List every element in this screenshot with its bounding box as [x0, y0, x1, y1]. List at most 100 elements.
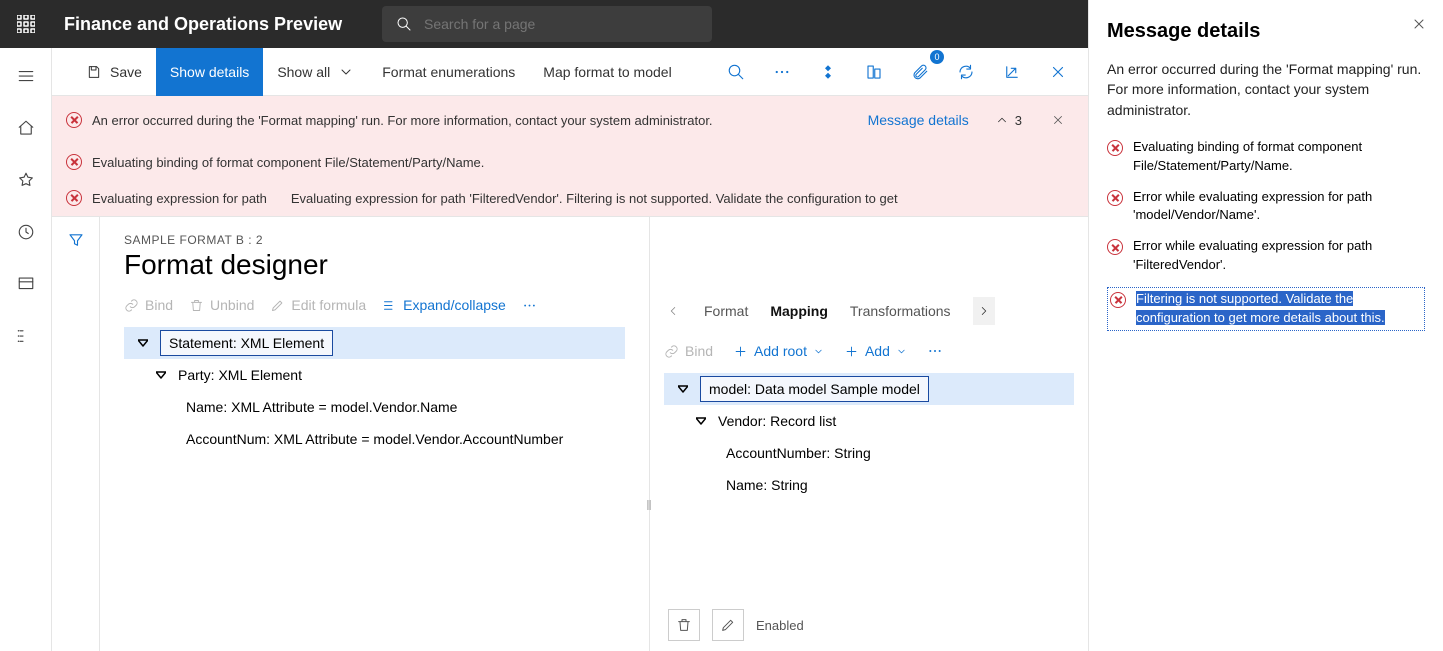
show-all-button[interactable]: Show all: [263, 48, 368, 96]
add-button[interactable]: Add: [844, 343, 907, 359]
message-close-button[interactable]: [1042, 104, 1074, 136]
close-icon: [1411, 16, 1427, 32]
bind-button[interactable]: Bind: [664, 343, 713, 359]
tree-node-name[interactable]: Name: String: [664, 469, 1074, 501]
tree-label: Statement: XML Element: [160, 330, 333, 356]
popout-icon: [1003, 63, 1021, 81]
search-form-button[interactable]: [720, 56, 752, 88]
edit-formula-button[interactable]: Edit formula: [270, 297, 366, 313]
map-format-button[interactable]: Map format to model: [529, 48, 685, 96]
tree-node-accountnumber[interactable]: AccountNumber: String: [664, 437, 1074, 469]
edit-formula-label: Edit formula: [291, 297, 366, 313]
panel-message-item[interactable]: Error while evaluating expression for pa…: [1107, 188, 1425, 226]
expand-toggle[interactable]: [138, 338, 152, 348]
panel-title: Message details: [1107, 20, 1425, 43]
star-icon: [17, 171, 35, 189]
chevron-up-icon: [995, 113, 1009, 127]
right-overflow-button[interactable]: [927, 343, 943, 359]
tab-mapping[interactable]: Mapping: [770, 299, 828, 323]
ellipsis-icon: [927, 343, 943, 359]
tree-node-party[interactable]: Party: XML Element: [124, 359, 625, 391]
nav-rail: [0, 48, 52, 651]
bottom-controls: Enabled: [650, 599, 1088, 651]
bind-label: Bind: [685, 343, 713, 359]
panel-message-text: Error while evaluating expression for pa…: [1133, 188, 1425, 226]
trash-icon: [189, 298, 204, 313]
search-input[interactable]: [424, 16, 698, 32]
show-details-button[interactable]: Show details: [156, 48, 263, 96]
link-icon: [124, 298, 139, 313]
tree-node-model[interactable]: model: Data model Sample model: [664, 373, 1074, 405]
close-form-button[interactable]: [1042, 56, 1074, 88]
show-all-label: Show all: [277, 64, 330, 80]
format-enumerations-button[interactable]: Format enumerations: [368, 48, 529, 96]
tab-format[interactable]: Format: [704, 299, 748, 323]
save-button[interactable]: Save: [72, 48, 156, 96]
office-button[interactable]: [858, 56, 890, 88]
close-icon: [1051, 113, 1065, 127]
show-details-label: Show details: [170, 64, 249, 80]
nav-favorites[interactable]: [6, 162, 46, 198]
error-icon: [1107, 140, 1123, 156]
main-region: Save Show details Show all Format enumer…: [52, 48, 1088, 651]
error-icon: [66, 154, 82, 170]
officeaddins-button[interactable]: [812, 56, 844, 88]
tab-transformations[interactable]: Transformations: [850, 299, 951, 323]
tree-label: AccountNumber: String: [726, 445, 871, 461]
message-bar-3: Evaluating expression for path Evaluatin…: [52, 180, 1088, 216]
unbind-button[interactable]: Unbind: [189, 297, 254, 313]
popout-button[interactable]: [996, 56, 1028, 88]
message-collapse-toggle[interactable]: 3: [995, 113, 1022, 128]
app-launcher-button[interactable]: [0, 0, 52, 48]
expand-toggle[interactable]: [696, 416, 710, 426]
add-root-button[interactable]: Add root: [733, 343, 824, 359]
tree-node-name[interactable]: Name: XML Attribute = model.Vendor.Name: [124, 391, 625, 423]
attachments-button[interactable]: 0: [904, 56, 936, 88]
panel-message-item-selected[interactable]: Filtering is not supported. Validate the…: [1107, 287, 1425, 331]
tab-nav-prev[interactable]: [664, 304, 682, 318]
link-icon: [664, 344, 679, 359]
nav-recent[interactable]: [6, 214, 46, 250]
error-icon: [1107, 239, 1123, 255]
nav-workspaces[interactable]: [6, 266, 46, 302]
clock-icon: [17, 223, 35, 241]
message-text-1: An error occurred during the 'Format map…: [92, 113, 713, 128]
tree-node-vendor[interactable]: Vendor: Record list: [664, 405, 1074, 437]
right-toolbar: Bind Add root Add: [650, 335, 1088, 367]
message-count: 3: [1015, 113, 1022, 128]
message-text-3-label: Evaluating expression for path: [92, 191, 281, 206]
caret-down-icon: [156, 370, 166, 380]
expand-toggle[interactable]: [678, 384, 692, 394]
tab-nav-next[interactable]: [973, 297, 995, 325]
right-pane: Format Mapping Transformations Bind Add …: [650, 217, 1088, 651]
filter-column: [52, 217, 100, 651]
panel-message-text: Filtering is not supported. Validate the…: [1136, 290, 1422, 328]
edit-button[interactable]: [712, 609, 744, 641]
add-label: Add: [865, 343, 890, 359]
expand-toggle[interactable]: [156, 370, 170, 380]
message-details-link[interactable]: Message details: [868, 112, 969, 128]
bind-button[interactable]: Bind: [124, 297, 173, 313]
panel-close-button[interactable]: [1411, 16, 1427, 37]
right-tree: model: Data model Sample model Vendor: R…: [650, 367, 1088, 507]
chevron-right-icon: [977, 304, 991, 318]
nav-expand-button[interactable]: [6, 58, 46, 94]
search-box[interactable]: [382, 6, 712, 42]
action-bar: Save Show details Show all Format enumer…: [52, 48, 1088, 96]
left-overflow-button[interactable]: [522, 298, 537, 313]
delete-button[interactable]: [668, 609, 700, 641]
message-stack: An error occurred during the 'Format map…: [52, 96, 1088, 217]
plus-icon: [733, 344, 748, 359]
refresh-button[interactable]: [950, 56, 982, 88]
panel-message-item[interactable]: Error while evaluating expression for pa…: [1107, 237, 1425, 275]
overflow-button[interactable]: [766, 56, 798, 88]
tree-node-statement[interactable]: Statement: XML Element: [124, 327, 625, 359]
nav-modules[interactable]: [6, 318, 46, 354]
panel-message-item[interactable]: Evaluating binding of format component F…: [1107, 138, 1425, 176]
pencil-icon: [270, 298, 285, 313]
expand-collapse-button[interactable]: Expand/collapse: [382, 297, 506, 313]
filter-icon[interactable]: [67, 231, 85, 249]
chevron-down-icon: [896, 346, 907, 357]
nav-home[interactable]: [6, 110, 46, 146]
tree-node-accountnum[interactable]: AccountNum: XML Attribute = model.Vendor…: [124, 423, 625, 455]
